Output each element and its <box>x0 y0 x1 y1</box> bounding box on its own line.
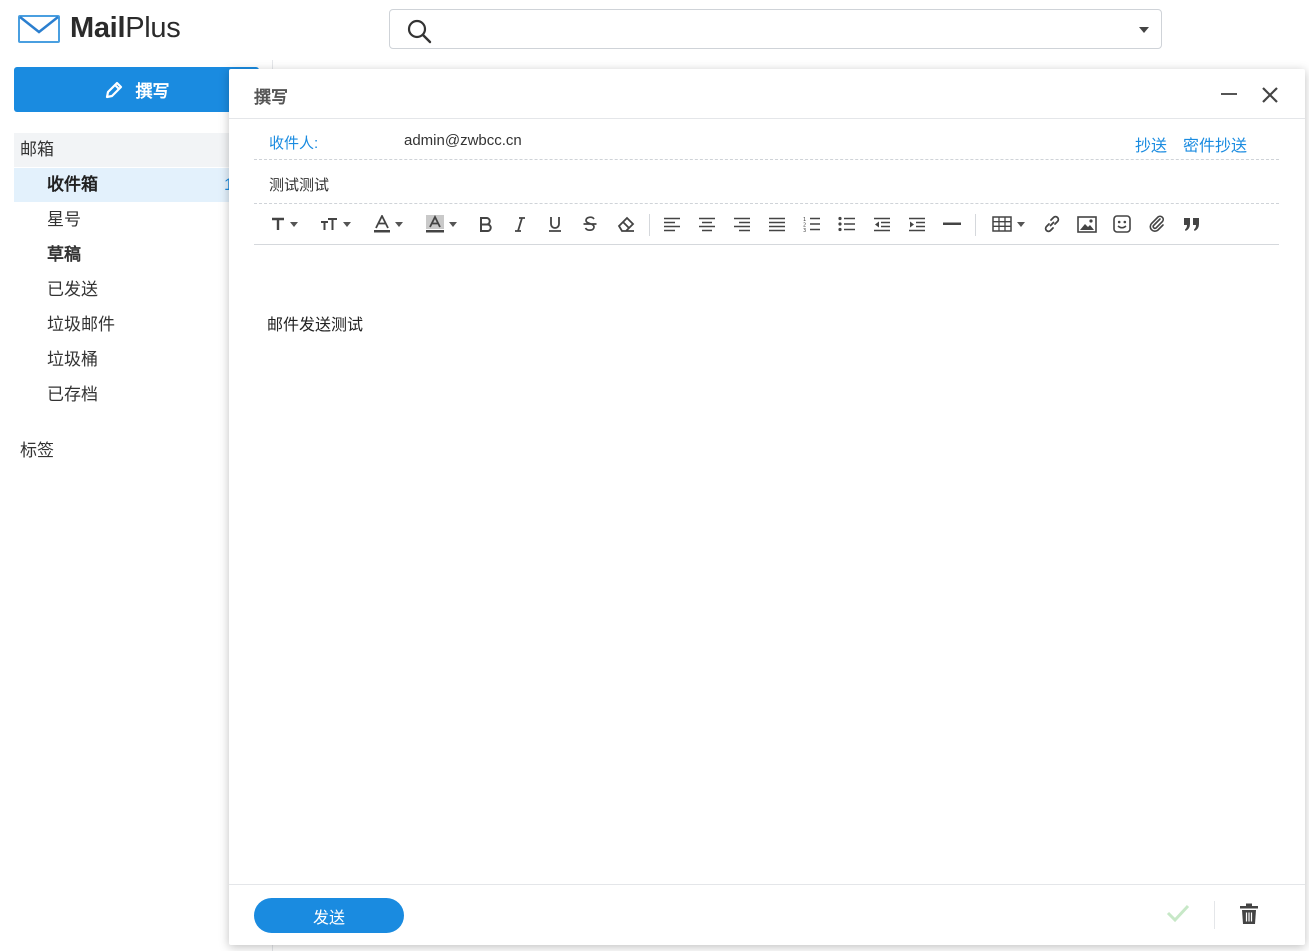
image-icon[interactable] <box>1076 212 1098 236</box>
search-icon[interactable] <box>406 18 432 49</box>
tags-section-title[interactable]: 标签 <box>14 434 259 468</box>
italic-icon[interactable] <box>510 212 530 236</box>
align-right-icon[interactable] <box>731 212 753 236</box>
sidebar-item-label: 星号 <box>47 210 81 229</box>
align-left-icon[interactable] <box>661 212 683 236</box>
compose-dialog: 撰写 收件人: admin@zwbcc.cn 抄送 密件抄送 测试测试 1 2 … <box>229 69 1305 945</box>
app-name: MailPlus <box>70 11 181 45</box>
svg-text:3: 3 <box>803 228 806 232</box>
font-color-icon[interactable] <box>368 212 408 236</box>
indent-icon[interactable] <box>906 212 928 236</box>
editor-toolbar: 123 <box>254 205 1279 245</box>
compose-dialog-header: 撰写 <box>229 69 1305 119</box>
sidebar-item-archive[interactable]: 已存档 <box>14 378 259 412</box>
app-name-bold: Mail <box>70 11 126 44</box>
unordered-list-icon[interactable] <box>836 212 858 236</box>
font-size-icon[interactable] <box>264 212 304 236</box>
sidebar-item-label: 已存档 <box>47 385 98 404</box>
pencil-icon <box>105 81 122 98</box>
justify-icon[interactable] <box>766 212 788 236</box>
table-icon[interactable] <box>986 212 1030 236</box>
compose-button-label: 撰写 <box>135 82 170 101</box>
footer-divider <box>1214 901 1215 929</box>
underline-icon[interactable] <box>545 212 565 236</box>
ordered-list-icon[interactable]: 123 <box>801 212 823 236</box>
sidebar-item-label: 已发送 <box>47 280 98 299</box>
recipient-row: 收件人: admin@zwbcc.cn 抄送 密件抄送 <box>254 125 1279 160</box>
mailbox-section-title[interactable]: 邮箱 <box>14 133 259 167</box>
sidebar-item-label: 草稿 <box>47 245 81 264</box>
strikethrough-icon[interactable] <box>580 212 600 236</box>
sidebar-item-starred[interactable]: 星号 <box>14 203 259 237</box>
search-input[interactable] <box>438 16 1098 42</box>
mail-logo-icon <box>18 15 60 43</box>
app-name-light: Plus <box>125 11 181 44</box>
message-body[interactable]: 邮件发送测试 <box>267 311 363 335</box>
toolbar-divider <box>649 214 650 236</box>
compose-button[interactable]: 撰写 <box>14 67 259 112</box>
to-field[interactable]: admin@zwbcc.cn <box>404 132 522 149</box>
to-label[interactable]: 收件人: <box>269 132 318 153</box>
horizontal-rule-icon[interactable] <box>941 212 963 236</box>
compose-dialog-footer: 发送 <box>229 884 1305 945</box>
search-options-dropdown-icon[interactable] <box>1139 27 1149 33</box>
highlight-icon[interactable] <box>421 212 461 236</box>
compose-dialog-title: 撰写 <box>254 88 288 107</box>
sidebar-item-spam[interactable]: 垃圾邮件 <box>14 308 259 342</box>
sidebar-item-drafts[interactable]: 草稿 <box>14 238 259 272</box>
checkmark-icon[interactable] <box>1166 903 1190 923</box>
emoji-icon[interactable] <box>1111 212 1133 236</box>
app-logo[interactable]: MailPlus <box>18 10 181 46</box>
send-button[interactable]: 发送 <box>254 898 404 933</box>
text-size-icon[interactable] <box>314 212 356 236</box>
sidebar-item-label: 垃圾邮件 <box>47 315 115 334</box>
sidebar-item-inbox[interactable]: 收件箱1 <box>14 168 259 202</box>
bcc-link[interactable]: 密件抄送 <box>1183 132 1247 156</box>
subject-field[interactable]: 测试测试 <box>269 174 329 195</box>
top-header: MailPlus <box>0 0 1309 60</box>
trash-icon[interactable] <box>1239 903 1259 925</box>
cc-link[interactable]: 抄送 <box>1135 132 1167 156</box>
sidebar-item-label: 收件箱 <box>47 175 98 194</box>
sidebar-item-trash[interactable]: 垃圾桶 <box>14 343 259 377</box>
outdent-icon[interactable] <box>871 212 893 236</box>
sidebar-item-label: 垃圾桶 <box>47 350 98 369</box>
sidebar-item-sent[interactable]: 已发送 <box>14 273 259 307</box>
subject-row: 测试测试 <box>254 166 1279 204</box>
toolbar-divider <box>975 214 976 236</box>
clear-format-icon[interactable] <box>615 212 637 236</box>
quote-icon[interactable] <box>1181 212 1203 236</box>
align-center-icon[interactable] <box>696 212 718 236</box>
close-icon[interactable] <box>1260 85 1280 105</box>
search-bar[interactable] <box>389 9 1162 49</box>
bold-icon[interactable] <box>476 212 496 236</box>
attachment-icon[interactable] <box>1146 212 1168 236</box>
minimize-icon[interactable] <box>1221 93 1237 95</box>
link-icon[interactable] <box>1041 212 1063 236</box>
